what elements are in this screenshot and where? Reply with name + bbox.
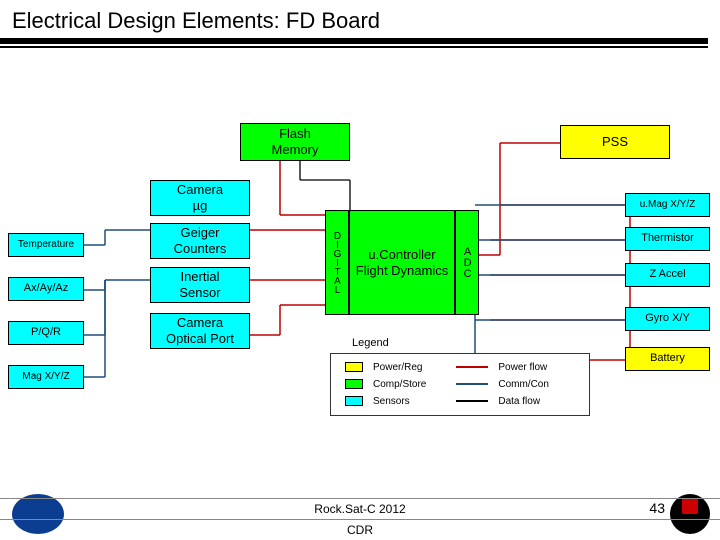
legend-line-comm-con <box>456 383 488 385</box>
adc-block: ADC <box>455 210 479 315</box>
geiger-counters-block: GeigerCounters <box>150 223 250 259</box>
footer-line2: CDR <box>0 520 720 540</box>
legend-swatch-power-reg <box>345 362 363 372</box>
legend-label-comp-store: Comp/Store <box>369 377 430 392</box>
legend-swatch-comp-store <box>345 379 363 389</box>
flash-memory-block: FlashMemory <box>240 123 350 161</box>
legend-box: Power/Reg Power flow Comp/Store Comm/Con… <box>330 353 590 416</box>
temperature-block: Temperature <box>8 233 84 257</box>
footer: Rock.Sat-C 2012 CDR <box>0 498 720 540</box>
legend-line-power-flow <box>456 366 488 368</box>
pqr-block: P/Q/R <box>8 321 84 345</box>
legend-line-data-flow <box>456 400 488 402</box>
legend-label-power-flow: Power flow <box>494 360 553 375</box>
gyro-block: Gyro X/Y <box>625 307 710 331</box>
legend-label-power-reg: Power/Reg <box>369 360 430 375</box>
controller-block: u.ControllerFlight Dynamics <box>349 210 455 315</box>
legend-title: Legend <box>352 337 389 349</box>
page-title: Electrical Design Elements: FD Board <box>0 0 720 38</box>
legend-label-data-flow: Data flow <box>494 394 553 409</box>
umag-block: u.Mag X/Y/Z <box>625 193 710 217</box>
title-rule-thick <box>0 38 708 44</box>
inertial-sensor-block: InertialSensor <box>150 267 250 303</box>
digital-block: DIGITAL <box>325 210 349 315</box>
legend-label-comm-con: Comm/Con <box>494 377 553 392</box>
legend-swatch-sensors <box>345 396 363 406</box>
magxyz-block: Mag X/Y/Z <box>8 365 84 389</box>
thermistor-block: Thermistor <box>625 227 710 251</box>
title-rule-thin <box>0 46 708 48</box>
camera-ug-block: Cameraµg <box>150 180 250 216</box>
pss-block: PSS <box>560 125 670 159</box>
camera-optical-port-block: CameraOptical Port <box>150 313 250 349</box>
zaccel-block: Z Accel <box>625 263 710 287</box>
diagram-canvas: FlashMemory PSS Cameraµg GeigerCounters … <box>0 55 720 495</box>
battery-block: Battery <box>625 347 710 371</box>
legend-label-sensors: Sensors <box>369 394 430 409</box>
footer-line1: Rock.Sat-C 2012 <box>0 498 720 520</box>
axayaz-block: Ax/Ay/Az <box>8 277 84 301</box>
